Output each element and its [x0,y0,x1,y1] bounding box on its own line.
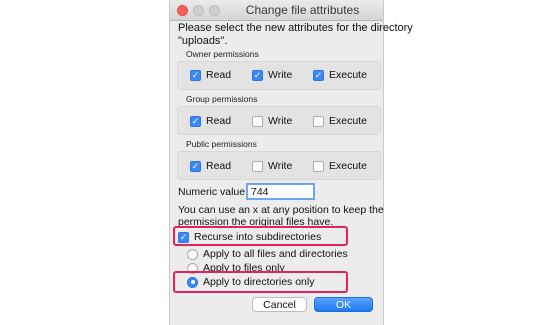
checkbox-empty [313,160,324,172]
numeric-value-input[interactable]: 744 [246,183,315,200]
checkbox-empty [252,115,263,127]
close-window-button[interactable] [177,5,188,16]
title-bar: Change file attributes [170,0,383,21]
owner-write-label: Write [268,69,293,81]
radio-selected-icon [187,276,198,288]
group-execute-label: Execute [329,115,367,127]
check-icon: ✓ [178,231,189,243]
maximize-window-button[interactable] [209,5,220,16]
check-icon: ✓ [313,69,324,81]
check-icon: ✓ [190,160,201,172]
owner-execute-checkbox[interactable]: ✓ Execute [313,69,367,81]
help-line-1: You can use an x at any position to keep… [178,204,384,216]
radio-empty [187,248,198,260]
intro-line-2: "uploads". [178,35,228,47]
numeric-value-label: Numeric value: [178,186,249,198]
owner-write-checkbox[interactable]: ✓ Write [252,69,292,81]
owner-read-checkbox[interactable]: ✓ Read [190,69,231,81]
public-execute-label: Execute [329,160,367,172]
public-write-label: Write [268,160,293,172]
public-read-label: Read [206,160,232,172]
window-title: Change file attributes [245,3,360,17]
public-write-checkbox[interactable]: Write [252,160,292,172]
public-execute-checkbox[interactable]: Execute [313,160,367,172]
group-permissions-label: Group permissions [186,94,258,104]
minimize-window-button[interactable] [193,5,204,16]
public-read-checkbox[interactable]: ✓ Read [190,160,231,172]
checkbox-empty [252,160,263,172]
owner-permissions-label: Owner permissions [186,49,259,59]
check-icon: ✓ [190,69,201,81]
recurse-subdirectories-checkbox[interactable]: ✓ Recurse into subdirectories [178,231,321,243]
ok-button[interactable]: OK [314,297,373,312]
cancel-button[interactable]: Cancel [252,297,307,312]
intro-text: Please select the new attributes for the… [178,22,413,48]
apply-all-radio[interactable]: Apply to all files and directories [187,248,348,260]
group-write-checkbox[interactable]: Write [252,115,292,127]
checkbox-empty [313,115,324,127]
check-icon: ✓ [190,115,201,127]
apply-directories-label: Apply to directories only [203,276,315,288]
intro-line-1: Please select the new attributes for the… [178,22,413,34]
owner-execute-label: Execute [329,69,367,81]
public-permissions-label: Public permissions [186,139,257,149]
group-write-label: Write [268,115,293,127]
apply-directories-radio[interactable]: Apply to directories only [187,276,314,288]
group-execute-checkbox[interactable]: Execute [313,115,367,127]
check-icon: ✓ [252,69,263,81]
recurse-label: Recurse into subdirectories [194,231,322,243]
apply-all-label: Apply to all files and directories [203,248,348,260]
help-text: You can use an x at any position to keep… [178,204,384,228]
group-read-checkbox[interactable]: ✓ Read [190,115,231,127]
change-file-attributes-dialog: Change file attributes Please select the… [169,0,413,325]
owner-read-label: Read [206,69,232,81]
group-read-label: Read [206,115,232,127]
